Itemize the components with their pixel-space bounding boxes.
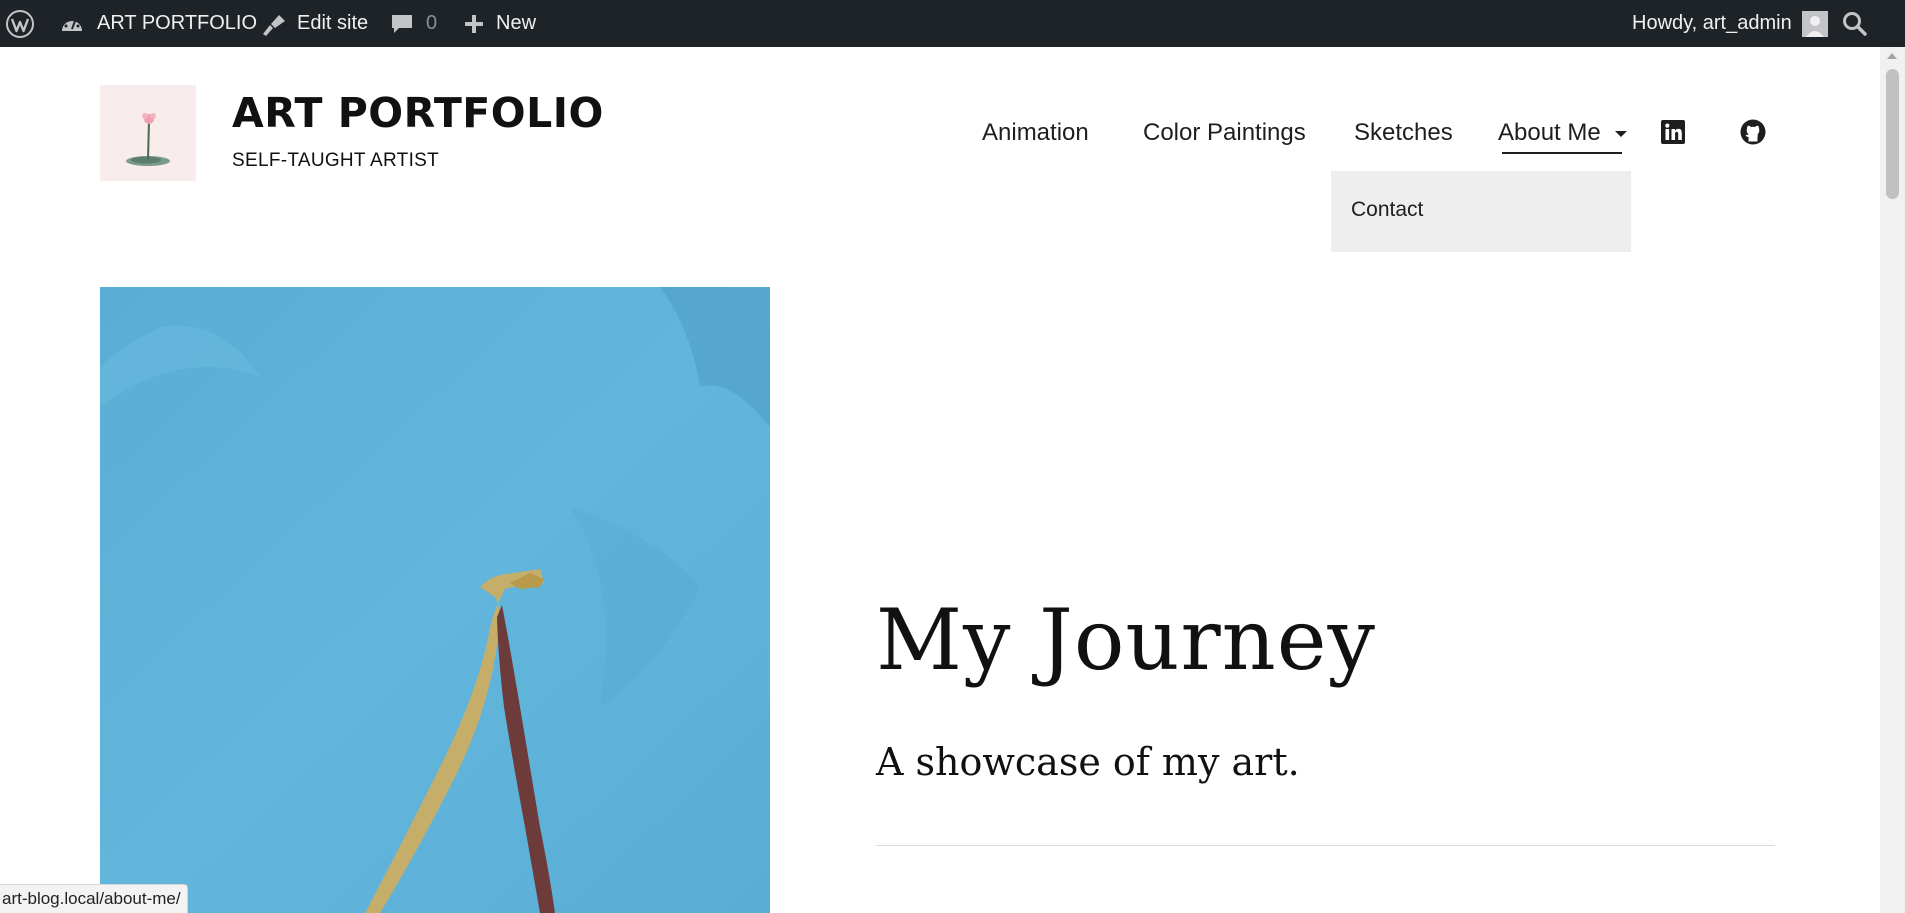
- plus-icon: [464, 14, 484, 34]
- nav-item-color-paintings[interactable]: Color Paintings: [1143, 118, 1306, 148]
- site-name-link[interactable]: ART PORTFOLIO: [60, 0, 257, 47]
- new-label: New: [496, 12, 537, 34]
- edit-site-link[interactable]: Edit site: [259, 0, 368, 47]
- hero-painting-image: [100, 287, 770, 913]
- nav-active-underline: [1502, 152, 1622, 154]
- link-status-bar: art-blog.local/about-me/: [0, 884, 188, 913]
- avatar-icon: [1801, 10, 1828, 37]
- about-submenu: Contact: [1331, 171, 1631, 252]
- my-account-link[interactable]: Howdy, art_admin: [1632, 0, 1828, 47]
- scroll-thumb[interactable]: [1886, 69, 1899, 199]
- page-scrollbar[interactable]: [1880, 47, 1905, 913]
- admin-site-name: ART PORTFOLIO: [97, 12, 258, 34]
- admin-bar: ART PORTFOLIO Edit site 0 New Howdy, art…: [0, 0, 1905, 47]
- site-logo[interactable]: [100, 85, 196, 181]
- site-title[interactable]: ART PORTFOLIO: [232, 89, 604, 137]
- submenu-item-contact[interactable]: Contact: [1351, 198, 1423, 222]
- nav-item-animation[interactable]: Animation: [982, 118, 1089, 148]
- hero-subtitle: A showcase of my art.: [876, 740, 1300, 784]
- nav-item-about-me[interactable]: About Me: [1498, 118, 1601, 148]
- linkedin-icon[interactable]: [1659, 118, 1687, 146]
- comments-count: 0: [426, 12, 438, 34]
- dashboard-icon: [60, 13, 84, 35]
- github-icon[interactable]: [1739, 118, 1767, 146]
- edit-site-label: Edit site: [297, 12, 369, 34]
- wordpress-logo-icon[interactable]: [5, 0, 35, 47]
- admin-search-icon[interactable]: [1842, 0, 1868, 47]
- howdy-label: Howdy, art_admin: [1632, 12, 1792, 34]
- comments-link[interactable]: 0: [390, 0, 437, 47]
- hero-title: My Journey: [876, 591, 1376, 689]
- brush-icon: [259, 12, 287, 36]
- chevron-down-icon[interactable]: [1615, 131, 1627, 137]
- scroll-up-arrow-icon[interactable]: [1887, 53, 1897, 59]
- site-tagline: SELF-TAUGHT ARTIST: [232, 150, 440, 171]
- new-content-link[interactable]: New: [464, 0, 536, 47]
- comment-icon: [390, 13, 414, 35]
- nav-item-sketches[interactable]: Sketches: [1354, 118, 1453, 148]
- hero-divider: [876, 845, 1775, 846]
